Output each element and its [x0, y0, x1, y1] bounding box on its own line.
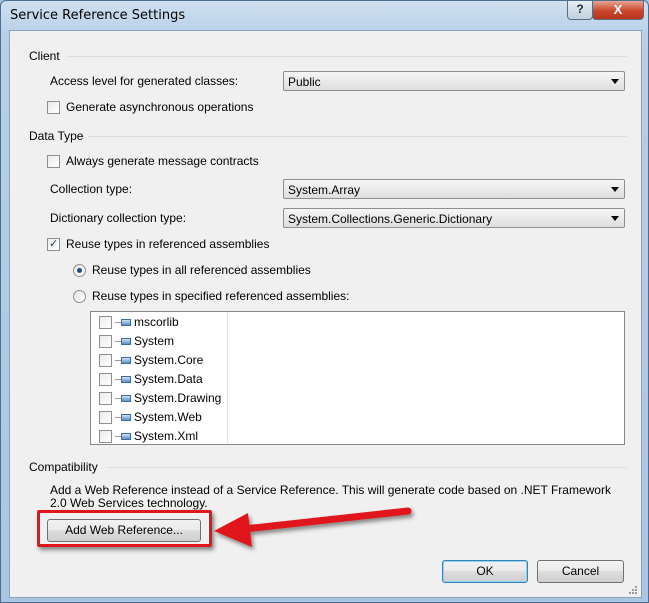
always-contracts-label: Always generate message contracts	[66, 154, 259, 168]
cancel-button[interactable]: Cancel	[537, 560, 624, 583]
assembly-checkbox[interactable]	[99, 335, 112, 348]
assembly-icon	[115, 376, 131, 384]
reuse-types-label: Reuse types in referenced assemblies	[66, 237, 270, 251]
assembly-icon	[115, 414, 131, 422]
assembly-name: System.Core	[134, 353, 204, 367]
radio-selected-dot	[77, 268, 82, 273]
dictionary-type-label: Dictionary collection type:	[50, 211, 187, 225]
assembly-checkbox[interactable]	[99, 411, 112, 424]
assembly-name: System.Xml	[134, 429, 199, 443]
reuse-types-checkbox[interactable]: ✓	[47, 238, 60, 251]
chevron-down-icon	[611, 187, 619, 192]
listbox-column-divider	[227, 312, 228, 444]
assembly-icon	[115, 319, 131, 327]
assembly-checkbox[interactable]	[99, 354, 112, 367]
close-button[interactable]: X	[592, 1, 644, 20]
assembly-name: System.Drawing	[134, 391, 222, 405]
client-section-rule	[67, 56, 627, 57]
access-level-label: Access level for generated classes:	[50, 74, 239, 88]
async-checkbox[interactable]	[47, 101, 60, 114]
reuse-all-radio[interactable]	[73, 264, 86, 277]
collection-type-label: Collection type:	[50, 182, 133, 196]
ok-button[interactable]: OK	[442, 560, 528, 583]
assembly-icon	[115, 338, 131, 346]
help-button[interactable]: ?	[567, 1, 593, 20]
async-label: Generate asynchronous operations	[66, 100, 254, 114]
chevron-down-icon	[611, 216, 619, 221]
assembly-name: mscorlib	[134, 315, 179, 329]
reuse-specified-radio[interactable]	[73, 290, 86, 303]
assembly-name: System	[134, 334, 175, 348]
assemblies-listbox[interactable]: mscorlib System System.Core System.Data	[90, 311, 625, 445]
assembly-checkbox[interactable]	[99, 392, 112, 405]
assembly-name: System.Web	[134, 410, 202, 424]
collection-type-value: System.Array	[288, 183, 361, 197]
client-section-header: Client	[29, 49, 60, 63]
dialog-window: Service Reference Settings ? X Client Ac…	[0, 0, 649, 603]
compat-section-rule	[108, 467, 627, 468]
assembly-checkbox[interactable]	[99, 430, 112, 443]
assembly-icon	[115, 395, 131, 403]
compat-section-header: Compatibility	[29, 460, 98, 474]
datatype-section-rule	[88, 136, 627, 137]
resize-grip-icon[interactable]	[628, 584, 638, 594]
collection-type-dropdown[interactable]: System.Array	[283, 179, 625, 199]
assembly-checkbox[interactable]	[99, 373, 112, 386]
always-contracts-checkbox[interactable]	[47, 155, 60, 168]
checkmark-icon: ✓	[49, 238, 59, 250]
assembly-icon	[115, 357, 131, 365]
dictionary-type-value: System.Collections.Generic.Dictionary	[288, 212, 493, 226]
chevron-down-icon	[611, 79, 619, 84]
assembly-icon	[115, 433, 131, 441]
annotation-highlight-box	[37, 510, 212, 547]
access-level-value: Public	[288, 75, 321, 89]
reuse-all-label: Reuse types in all referenced assemblies	[92, 263, 311, 277]
assembly-name: System.Data	[134, 372, 203, 386]
dialog-body: Client Access level for generated classe…	[9, 30, 642, 598]
reuse-specified-label: Reuse types in specified referenced asse…	[92, 289, 350, 303]
window-title: Service Reference Settings	[10, 8, 186, 23]
access-level-dropdown[interactable]: Public	[283, 71, 625, 91]
datatype-section-header: Data Type	[29, 129, 84, 143]
dictionary-type-dropdown[interactable]: System.Collections.Generic.Dictionary	[283, 208, 625, 228]
annotation-arrow-icon	[214, 507, 412, 547]
assembly-checkbox[interactable]	[99, 316, 112, 329]
